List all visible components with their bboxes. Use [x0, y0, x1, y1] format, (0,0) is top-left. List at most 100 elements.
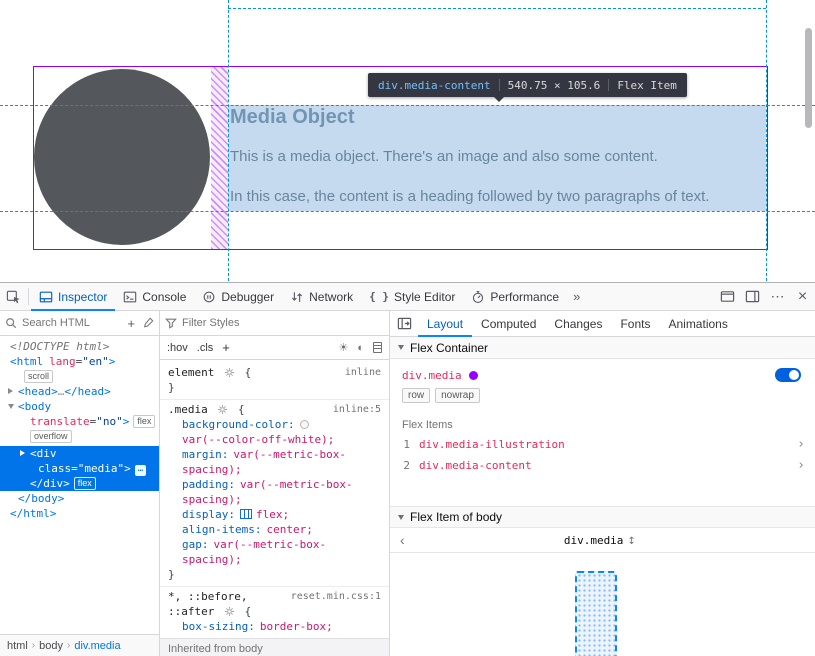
meatball-menu-icon[interactable]: ⋯ [765, 283, 790, 310]
eyedropper-icon[interactable] [142, 317, 154, 329]
flex-item-selector-dropdown[interactable]: div.media↕ [415, 534, 785, 547]
dock-side-icon[interactable] [740, 283, 765, 310]
color-swatch[interactable] [300, 420, 309, 429]
close-devtools-icon[interactable]: × [790, 283, 815, 310]
flex-container-section-header[interactable]: Flex Container [390, 337, 815, 359]
toolbar-separator [28, 288, 29, 305]
css-declaration[interactable]: padding:var(--metric-box-spacing); [168, 477, 381, 507]
highlighter-guide-h2 [0, 211, 815, 212]
flex-item-row-1[interactable]: 1 div.media-illustration › [390, 434, 815, 455]
filter-styles-bar [160, 311, 389, 336]
chevron-right-icon: › [797, 437, 805, 452]
tab-inspector[interactable]: Inspector [31, 283, 115, 310]
flexbox-highlighter-toggle-icon[interactable] [240, 509, 252, 519]
toolbar-right-icons: ⋯ × [715, 283, 815, 310]
tab-network[interactable]: Network [282, 283, 361, 310]
flex-badge[interactable]: flex [133, 415, 155, 428]
console-icon [123, 290, 137, 304]
flex-item-highlight-fill [228, 105, 766, 211]
tab-fonts[interactable]: Fonts [611, 311, 659, 336]
style-rule-media: inline:5 .media { background-color:var(-… [160, 400, 389, 587]
add-rule-button[interactable]: + [222, 340, 230, 355]
gear-icon[interactable] [225, 368, 234, 377]
rule-selector[interactable]: element [168, 366, 214, 379]
style-rule-element: inline element { } [160, 363, 389, 400]
flex-wrap-badge: nowrap [435, 388, 480, 403]
light-scheme-icon[interactable]: ☀ [338, 341, 348, 354]
twisty-icon[interactable] [20, 450, 25, 456]
head-node[interactable]: <head>…</head> [0, 384, 159, 399]
rule-source-link[interactable]: inline:5 [333, 402, 381, 417]
body-node-attrs[interactable]: translate="no">flex [0, 414, 159, 429]
doctype-node[interactable]: <!DOCTYPE html> [0, 339, 159, 354]
infobar-divider [499, 79, 500, 91]
performance-icon [471, 290, 485, 304]
markup-tree: <!DOCTYPE html> <htmllang="en"> scroll <… [0, 336, 159, 634]
pseudo-class-button[interactable]: :hov [167, 342, 188, 354]
flex-item-navigator: ‹ div.media↕ [390, 528, 815, 553]
css-declaration[interactable]: margin:var(--metric-box-spacing); [168, 447, 381, 477]
print-media-icon[interactable] [373, 342, 382, 353]
flex-badge[interactable]: flex [74, 477, 96, 490]
tab-layout[interactable]: Layout [418, 311, 472, 336]
selected-div-media-node[interactable]: <div class="media">… </div>flex [0, 446, 159, 491]
body-close-node[interactable]: </body> [0, 491, 159, 506]
flex-highlighter-toggle[interactable] [775, 368, 801, 382]
breadcrumb-body[interactable]: body [39, 640, 63, 652]
style-rule-reset: reset.min.css:1 *, ::before, ::after { [160, 587, 389, 638]
css-declaration[interactable]: gap:var(--metric-box-spacing); [168, 537, 381, 567]
css-declaration[interactable]: align-items:center; [168, 522, 381, 537]
class-panel-button[interactable]: .cls [197, 342, 214, 354]
inherited-from-header: Inherited from body [160, 638, 389, 656]
add-node-button[interactable]: + [125, 316, 137, 331]
tab-animations[interactable]: Animations [659, 311, 736, 336]
collapse-sidebar-icon[interactable] [390, 311, 418, 336]
inline-expander-button[interactable]: … [135, 465, 146, 476]
flex-item-row-2[interactable]: 2 div.media-content › [390, 455, 815, 476]
flex-container-selector[interactable]: div.media [402, 369, 462, 382]
tab-performance[interactable]: Performance [463, 283, 567, 310]
tab-debugger[interactable]: Debugger [194, 283, 282, 310]
rule-source-link[interactable]: inline [345, 365, 381, 380]
rule-source-link[interactable]: reset.min.css:1 [291, 589, 381, 604]
tab-style-editor[interactable]: { } Style Editor [361, 283, 463, 310]
search-html-input[interactable] [22, 317, 120, 329]
gear-icon[interactable] [218, 405, 227, 414]
breadcrumb-html[interactable]: html [7, 640, 28, 652]
css-declaration[interactable]: background-color:var(--color-off-white); [168, 417, 381, 447]
rule-selector[interactable]: .media [168, 403, 208, 416]
rule-selector[interactable]: *, ::before, [168, 590, 247, 603]
more-tabs-chevron[interactable]: » [567, 283, 586, 310]
tab-console[interactable]: Console [115, 283, 194, 310]
gear-icon[interactable] [225, 607, 234, 616]
twisty-icon[interactable] [8, 404, 14, 409]
tab-changes[interactable]: Changes [545, 311, 611, 336]
rule-selector[interactable]: ::after [168, 605, 214, 618]
html-badges: scroll [0, 369, 159, 384]
previous-item-button[interactable]: ‹ [390, 532, 415, 548]
tab-computed[interactable]: Computed [472, 311, 545, 336]
breadcrumb-separator: › [67, 640, 70, 651]
css-declaration[interactable]: box-sizing:border-box; [168, 619, 381, 634]
twisty-icon[interactable] [8, 388, 13, 394]
body-node[interactable]: <body [0, 399, 159, 414]
html-close-node[interactable]: </html> [0, 506, 159, 521]
filter-icon [165, 317, 177, 329]
overflow-badge[interactable]: overflow [30, 430, 72, 443]
scroll-badge[interactable]: scroll [24, 370, 53, 383]
html-node[interactable]: <htmllang="en"> [0, 354, 159, 369]
markup-panel: + <!DOCTYPE html> <htmllang="en"> scroll… [0, 311, 160, 656]
pick-element-button[interactable] [0, 283, 26, 310]
page-scrollbar-thumb[interactable] [805, 28, 812, 128]
devtools-toolbar: Inspector Console Debugger [0, 283, 815, 311]
breadcrumb-div-media[interactable]: div.media [74, 640, 120, 652]
css-declaration[interactable]: display:flex; [168, 507, 381, 522]
dark-scheme-icon[interactable]: ◐ [357, 342, 364, 354]
highlighter-color-dot[interactable] [469, 371, 478, 380]
infobar-divider [608, 79, 609, 91]
flex-item-section-header[interactable]: Flex Item of body [390, 506, 815, 528]
filter-styles-input[interactable] [182, 317, 384, 329]
responsive-design-icon[interactable] [715, 283, 740, 310]
rules-panel: :hov .cls + ☀ ◐ inline element [160, 311, 390, 656]
browser-viewport: Media Object This is a media object. The… [0, 0, 815, 282]
